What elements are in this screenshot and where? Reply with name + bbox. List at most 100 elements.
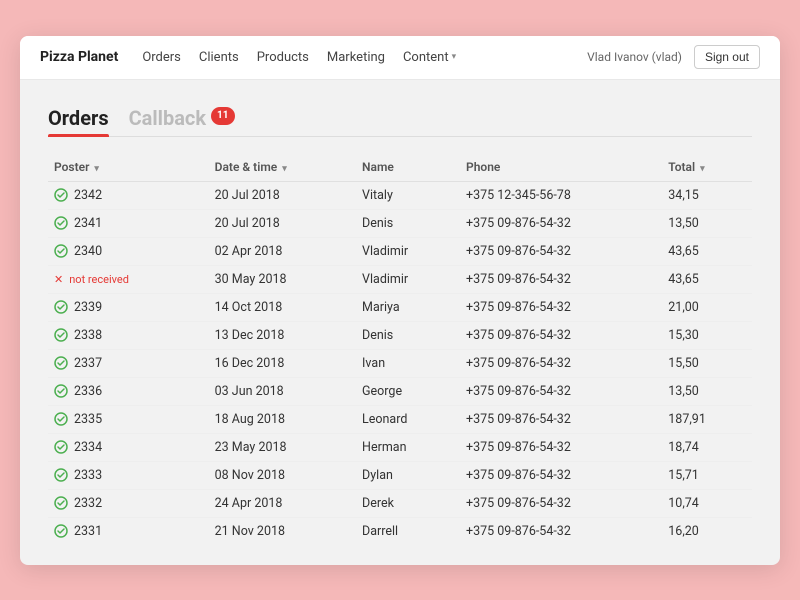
status-ok-icon	[54, 216, 68, 230]
cell-name: Darrell	[356, 517, 460, 545]
cell-date: 16 Dec 2018	[209, 349, 356, 377]
cell-date: 14 Oct 2018	[209, 293, 356, 321]
nav-links: Orders Clients Products Marketing Conten…	[142, 50, 587, 65]
status-ok-icon	[54, 356, 68, 370]
table-row[interactable]: 233423 May 2018Herman+375 09-876-54-3218…	[48, 433, 752, 461]
cell-total: 15,50	[662, 349, 752, 377]
nav-orders[interactable]: Orders	[142, 50, 181, 65]
table-row[interactable]: 233813 Dec 2018Denis+375 09-876-54-3215,…	[48, 321, 752, 349]
cell-phone: +375 09-876-54-32	[460, 293, 662, 321]
cell-phone: +375 09-876-54-32	[460, 237, 662, 265]
sort-arrow-poster: ▾	[94, 164, 99, 174]
nav-right: Vlad Ivanov (vlad) Sign out	[587, 45, 760, 69]
cell-poster: 2341	[48, 209, 209, 237]
status-ok-icon	[54, 440, 68, 454]
cell-phone: +375 09-876-54-32	[460, 489, 662, 517]
order-id: 2332	[74, 496, 102, 511]
cell-poster: 2340	[48, 237, 209, 265]
status-ok-icon	[54, 384, 68, 398]
order-id: 2342	[74, 188, 102, 203]
cell-poster: 2339	[48, 293, 209, 321]
cell-phone: +375 09-876-54-32	[460, 405, 662, 433]
cell-total: 43,65	[662, 237, 752, 265]
tab-callback[interactable]: Callback 11	[129, 100, 235, 136]
col-date[interactable]: Date & time ▾	[209, 153, 356, 182]
cell-total: 21,00	[662, 293, 752, 321]
order-id: 2335	[74, 412, 102, 427]
table-row[interactable]: ✕not received30 May 2018Vladimir+375 09-…	[48, 265, 752, 293]
cell-date: 20 Jul 2018	[209, 181, 356, 209]
cell-total: 34,15	[662, 181, 752, 209]
status-ok-icon	[54, 524, 68, 538]
table-row[interactable]: 233603 Jun 2018George+375 09-876-54-3213…	[48, 377, 752, 405]
order-id: 2336	[74, 384, 102, 399]
col-total[interactable]: Total ▾	[662, 153, 752, 182]
status-ok-icon	[54, 468, 68, 482]
app-container: Pizza Planet Orders Clients Products Mar…	[20, 36, 780, 565]
cell-date: 03 Jun 2018	[209, 377, 356, 405]
sign-out-button[interactable]: Sign out	[694, 45, 760, 69]
cell-total: 16,20	[662, 517, 752, 545]
cell-total: 18,74	[662, 433, 752, 461]
cell-poster: 2338	[48, 321, 209, 349]
table-row[interactable]: 233914 Oct 2018Mariya+375 09-876-54-3221…	[48, 293, 752, 321]
table-row[interactable]: 233716 Dec 2018Ivan+375 09-876-54-3215,5…	[48, 349, 752, 377]
nav-bar: Pizza Planet Orders Clients Products Mar…	[20, 36, 780, 80]
status-ok-icon	[54, 496, 68, 510]
cell-phone: +375 09-876-54-32	[460, 265, 662, 293]
cell-poster: ✕not received	[48, 265, 209, 293]
user-name: Vlad Ivanov (vlad)	[587, 50, 682, 64]
cell-total: 13,50	[662, 209, 752, 237]
nav-content[interactable]: Content ▾	[403, 50, 456, 65]
nav-clients[interactable]: Clients	[199, 50, 239, 65]
col-name: Name	[356, 153, 460, 182]
order-id: 2340	[74, 244, 102, 259]
nav-products[interactable]: Products	[257, 50, 309, 65]
status-ok-icon	[54, 412, 68, 426]
table-row[interactable]: 233308 Nov 2018Dylan+375 09-876-54-3215,…	[48, 461, 752, 489]
order-id: 2333	[74, 468, 102, 483]
cell-name: Denis	[356, 209, 460, 237]
brand-logo: Pizza Planet	[40, 49, 118, 65]
sort-arrow-total: ▾	[700, 164, 705, 174]
cell-total: 15,71	[662, 461, 752, 489]
cell-total: 187,91	[662, 405, 752, 433]
status-ok-icon	[54, 328, 68, 342]
col-poster[interactable]: Poster ▾	[48, 153, 209, 182]
table-row[interactable]: 233121 Nov 2018Darrell+375 09-876-54-321…	[48, 517, 752, 545]
nav-marketing[interactable]: Marketing	[327, 50, 385, 65]
orders-table: Poster ▾ Date & time ▾ Name Phone Total …	[48, 153, 752, 545]
cell-phone: +375 09-876-54-32	[460, 321, 662, 349]
cell-date: 02 Apr 2018	[209, 237, 356, 265]
cell-name: Leonard	[356, 405, 460, 433]
cell-phone: +375 12-345-56-78	[460, 181, 662, 209]
table-row[interactable]: 234220 Jul 2018Vitaly+375 12-345-56-7834…	[48, 181, 752, 209]
cell-date: 23 May 2018	[209, 433, 356, 461]
cell-name: Herman	[356, 433, 460, 461]
cell-date: 18 Aug 2018	[209, 405, 356, 433]
cell-date: 20 Jul 2018	[209, 209, 356, 237]
status-ok-icon	[54, 244, 68, 258]
tab-orders[interactable]: Orders	[48, 100, 109, 136]
cell-name: Vladimir	[356, 265, 460, 293]
table-row[interactable]: 234002 Apr 2018Vladimir+375 09-876-54-32…	[48, 237, 752, 265]
cell-name: Derek	[356, 489, 460, 517]
cell-poster: 2336	[48, 377, 209, 405]
order-id: 2334	[74, 440, 102, 455]
callback-badge: 11	[211, 107, 234, 125]
cell-poster: 2334	[48, 433, 209, 461]
cell-phone: +375 09-876-54-32	[460, 517, 662, 545]
cell-date: 13 Dec 2018	[209, 321, 356, 349]
table-row[interactable]: 2335 18 Aug 2018Leonard+375 09-876-54-321…	[48, 405, 752, 433]
status-ok-icon	[54, 300, 68, 314]
tabs: Orders Callback 11	[48, 100, 752, 137]
order-id: 2331	[74, 524, 102, 539]
table-row[interactable]: 233224 Apr 2018Derek+375 09-876-54-3210,…	[48, 489, 752, 517]
cell-name: Denis	[356, 321, 460, 349]
order-id: 2338	[74, 328, 102, 343]
cell-poster: 2332	[48, 489, 209, 517]
cell-total: 43,65	[662, 265, 752, 293]
cell-poster: 2333	[48, 461, 209, 489]
table-row[interactable]: 234120 Jul 2018Denis+375 09-876-54-3213,…	[48, 209, 752, 237]
cell-date: 24 Apr 2018	[209, 489, 356, 517]
